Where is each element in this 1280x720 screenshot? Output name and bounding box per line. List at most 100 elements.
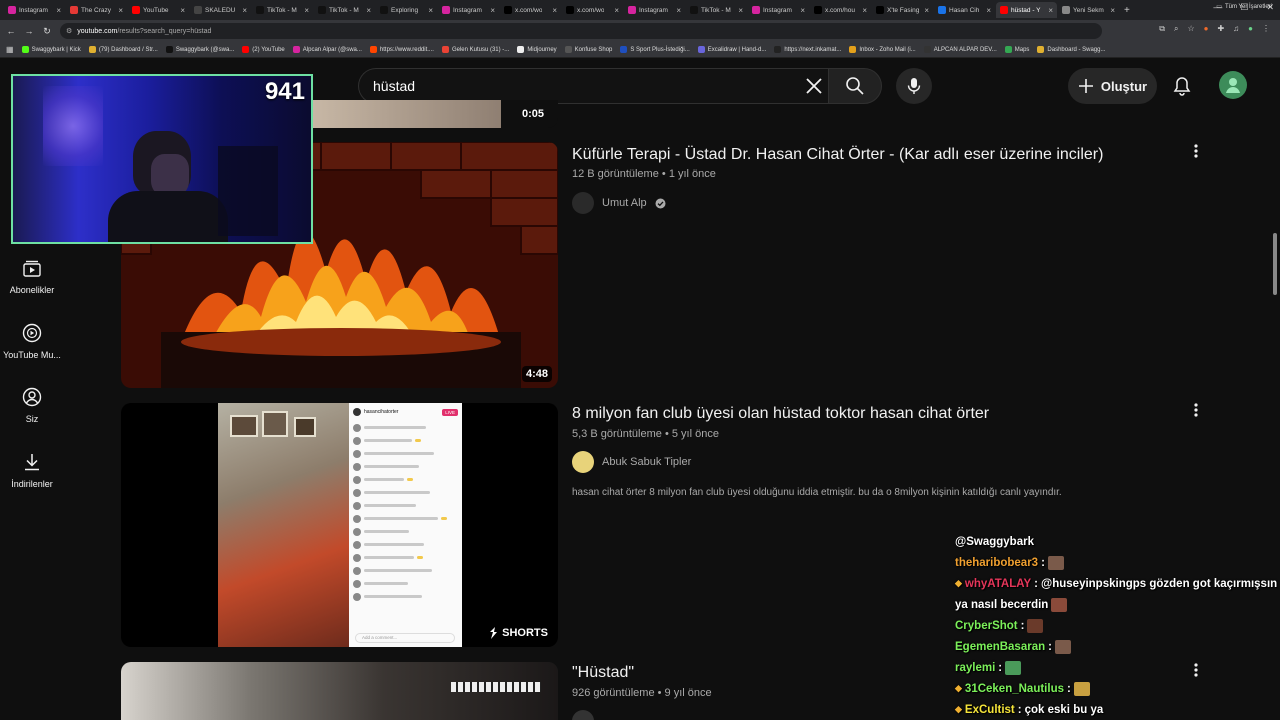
search-input[interactable]: hüstad [358,68,838,104]
forward-icon[interactable]: → [22,26,36,36]
browser-tab[interactable]: X'te Fasing × [872,2,933,18]
browser-tab[interactable]: x.com/wo × [500,2,561,18]
tab-favicon [566,6,574,14]
tab-close-icon[interactable]: × [1110,6,1115,15]
insta-live-badge: LIVE [442,408,458,416]
bookmark-item[interactable]: Excalidraw | Hand-d... [697,46,766,53]
tab-favicon [256,6,264,14]
channel-link[interactable]: Abuk Sabuk Tipler [572,451,691,473]
create-button[interactable]: Oluştur [1068,68,1157,104]
browser-tab[interactable]: Instagram × [748,2,809,18]
video-title[interactable]: Küfürle Terapi - Üstad Dr. Hasan Cihat Ö… [572,146,1103,164]
video-thumbnail[interactable]: hasancihatorter LIVE Add a comment... SH… [121,403,558,647]
bookmark-item[interactable]: Maps [1004,46,1029,53]
browser-tab[interactable]: TikTok - M × [686,2,747,18]
bookmark-item[interactable]: Gelen Kutusu (31) -... [441,46,509,53]
bookmark-item[interactable]: Dashboard - Swagg... [1037,46,1105,53]
video-title[interactable]: "Hüstad" [572,664,634,682]
tab-close-icon[interactable]: × [800,6,805,15]
tab-close-icon[interactable]: × [304,6,309,15]
tab-close-icon[interactable]: × [552,6,557,15]
browser-tab[interactable]: TikTok - M × [314,2,375,18]
sidebar-item-subscriptions[interactable]: Abonelikler [0,258,64,295]
bookmark-item[interactable]: Swaggybark (@swa... [165,46,234,53]
browser-tab[interactable]: x.com/hou × [810,2,871,18]
tab-close-icon[interactable]: × [428,6,433,15]
more-actions-icon[interactable] [1188,402,1204,418]
bookmark-item[interactable]: (79) Dashboard / Str... [88,46,158,53]
profile-icon[interactable]: ● [1248,24,1253,34]
tab-close-icon[interactable]: × [862,6,867,15]
search-button[interactable] [828,68,882,104]
bookmark-item[interactable]: https://next.inkamat... [774,46,841,53]
tab-close-icon[interactable]: × [490,6,495,15]
page-scrollbar[interactable] [1273,233,1277,295]
clear-search-icon[interactable] [796,68,832,104]
new-tab-icon[interactable]: + [1124,5,1130,16]
sidebar-item-you[interactable]: Siz [0,387,64,424]
bookmark-item[interactable]: Inbox - Zoho Mail (i... [849,46,916,53]
bookmark-item[interactable]: Alpcan Alpar (@swa... [292,46,362,53]
channel-link[interactable]: Umut Alp [572,192,666,214]
bookmark-item[interactable]: (2) YouTube [242,46,285,53]
browser-tab[interactable]: Instagram × [624,2,685,18]
tab-close-icon[interactable]: × [118,6,123,15]
browser-tab[interactable]: Yeni Sekm × [1058,2,1119,18]
back-icon[interactable]: ← [4,26,18,36]
tab-close-icon[interactable]: × [924,6,929,15]
bookmark-star-icon[interactable]: ☆ [1187,24,1194,34]
address-bar[interactable]: ⚙ youtube.com/results?search_query=hüsta… [60,23,1102,39]
channel-avatar[interactable] [572,710,594,720]
sidebar-item-downloads[interactable]: İndirilenler [0,452,64,489]
video-title[interactable]: 8 milyon fan club üyesi olan hüstad tokt… [572,405,989,423]
bookmark-item[interactable]: S Sport Plus-İstediği... [620,46,690,53]
more-actions-icon[interactable] [1188,143,1204,159]
bookmark-item[interactable]: Midjourney [517,46,557,53]
browser-tab[interactable]: The Crazy × [66,2,127,18]
bookmark-item[interactable]: https://www.reddit.... [369,46,434,53]
install-app-icon[interactable]: ⧉ [1159,24,1165,34]
voice-search-button[interactable] [896,68,932,104]
tab-close-icon[interactable]: × [366,6,371,15]
tab-close-icon[interactable]: × [242,6,247,15]
extension-icon[interactable]: ● [1204,24,1209,34]
tab-close-icon[interactable]: × [614,6,619,15]
tab-close-icon[interactable]: × [180,6,185,15]
browser-tab[interactable]: Hasan Cih × [934,2,995,18]
browser-tab[interactable]: TikTok - M × [252,2,313,18]
browser-toolbar: ← → ↻ ⚙ youtube.com/results?search_query… [0,20,1280,42]
zoom-icon[interactable]: ⌕ [1174,24,1178,34]
tab-close-icon[interactable]: × [738,6,743,15]
notifications-button[interactable] [1168,72,1196,100]
browser-menu-icon[interactable]: ⋮ [1262,24,1270,34]
site-info-icon[interactable]: ⚙ [66,27,72,35]
video-thumbnail[interactable] [121,662,558,720]
browser-tab[interactable]: YouTube × [128,2,189,18]
bookmark-favicon [21,46,29,53]
tab-title: Exploring [391,6,419,14]
tab-close-icon[interactable]: × [676,6,681,15]
tab-close-icon[interactable]: × [1048,6,1053,15]
sidebar-item-youtube-music[interactable]: YouTube Mu... [0,323,64,360]
extensions-puzzle-icon[interactable]: ✚ [1217,24,1224,34]
browser-tab[interactable]: SKALEDU × [190,2,251,18]
browser-tab[interactable]: Instagram × [438,2,499,18]
browser-tab[interactable]: Exploring × [376,2,437,18]
media-icon[interactable]: ♫ [1233,24,1239,34]
bookmark-favicon [441,46,449,53]
apps-icon[interactable]: ▦ [6,45,14,54]
reload-icon[interactable]: ↻ [40,26,54,37]
account-avatar[interactable] [1219,71,1247,99]
bookmark-item[interactable]: ALPCAN ALPAR DEV... [923,46,997,53]
bookmark-item[interactable]: Swaggybark | Kick [21,46,81,53]
browser-tab[interactable]: Instagram × [4,2,65,18]
bookmark-item[interactable]: Konfuse Shop [564,46,612,53]
bookmark-label: Alpcan Alpar (@swa... [302,46,362,53]
shorts-frame: hasancihatorter LIVE Add a comment... [218,403,462,647]
chat-message: EgemenBasaran: [955,636,1280,657]
browser-tab[interactable]: x.com/wo × [562,2,623,18]
tab-close-icon[interactable]: × [56,6,61,15]
browser-tab[interactable]: hüstad - Y × [996,2,1057,18]
tab-close-icon[interactable]: × [986,6,991,15]
all-bookmarks[interactable]: ▭ Tüm Yer İşaretleri [1216,3,1272,11]
